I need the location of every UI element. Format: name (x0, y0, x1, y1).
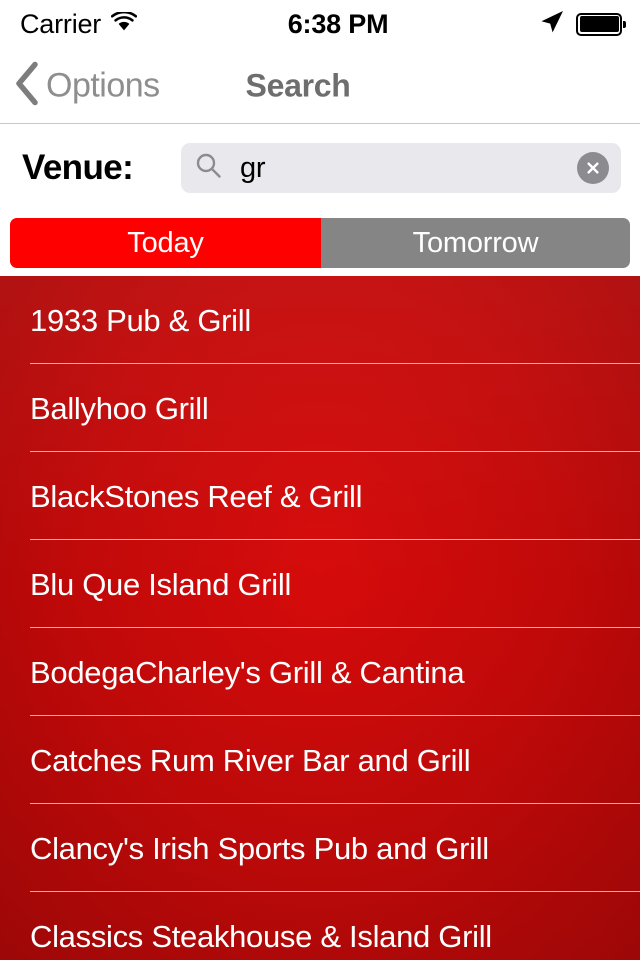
wifi-icon (111, 10, 138, 37)
navigation-bar: Options Search (0, 48, 640, 124)
search-icon (195, 152, 222, 184)
venue-name: Catches Rum River Bar and Grill (30, 742, 471, 778)
venue-label: Venue: (22, 147, 134, 187)
list-item[interactable]: Classics Steakhouse & Island Grill (0, 892, 640, 960)
day-segmented-control[interactable]: Today Tomorrow (10, 218, 630, 268)
venue-name: Clancy's Irish Sports Pub and Grill (30, 830, 489, 866)
venue-name: Ballyhoo Grill (30, 390, 209, 426)
venue-name: Classics Steakhouse & Island Grill (30, 918, 492, 954)
venue-search-row: Venue: gr (0, 125, 640, 210)
venue-name: BodegaCharley's Grill & Cantina (30, 654, 465, 690)
segment-tomorrow[interactable]: Tomorrow (321, 218, 630, 268)
list-item[interactable]: Clancy's Irish Sports Pub and Grill (0, 804, 640, 892)
segment-today[interactable]: Today (10, 218, 321, 268)
app-screen: Carrier 6:38 PM Options Search Venue: gr… (0, 0, 640, 960)
status-bar: Carrier 6:38 PM (0, 0, 640, 48)
venue-name: 1933 Pub & Grill (30, 302, 251, 338)
list-item[interactable]: BlackStones Reef & Grill (0, 452, 640, 540)
list-item[interactable]: Blu Que Island Grill (0, 540, 640, 628)
page-title: Search (245, 67, 351, 103)
list-item[interactable]: 1933 Pub & Grill (0, 276, 640, 364)
status-bar-right (539, 9, 626, 40)
status-bar-clock: 6:38 PM (287, 8, 389, 39)
list-item[interactable]: BodegaCharley's Grill & Cantina (0, 628, 640, 716)
venue-name: BlackStones Reef & Grill (30, 478, 363, 514)
search-input[interactable]: gr (181, 143, 621, 193)
carrier-label: Carrier (20, 8, 102, 39)
list-item[interactable]: Catches Rum River Bar and Grill (0, 716, 640, 804)
venue-results-list[interactable]: 1933 Pub & Grill Ballyhoo Grill BlackStone… (0, 276, 640, 960)
location-arrow-icon (539, 9, 565, 40)
status-bar-left: Carrier (20, 8, 138, 39)
list-item[interactable]: Ballyhoo Grill (0, 364, 640, 452)
clear-search-button[interactable] (577, 152, 609, 184)
search-input-value: gr (240, 151, 266, 184)
venue-name: Blu Que Island Grill (30, 566, 292, 602)
battery-full-icon (576, 12, 626, 36)
